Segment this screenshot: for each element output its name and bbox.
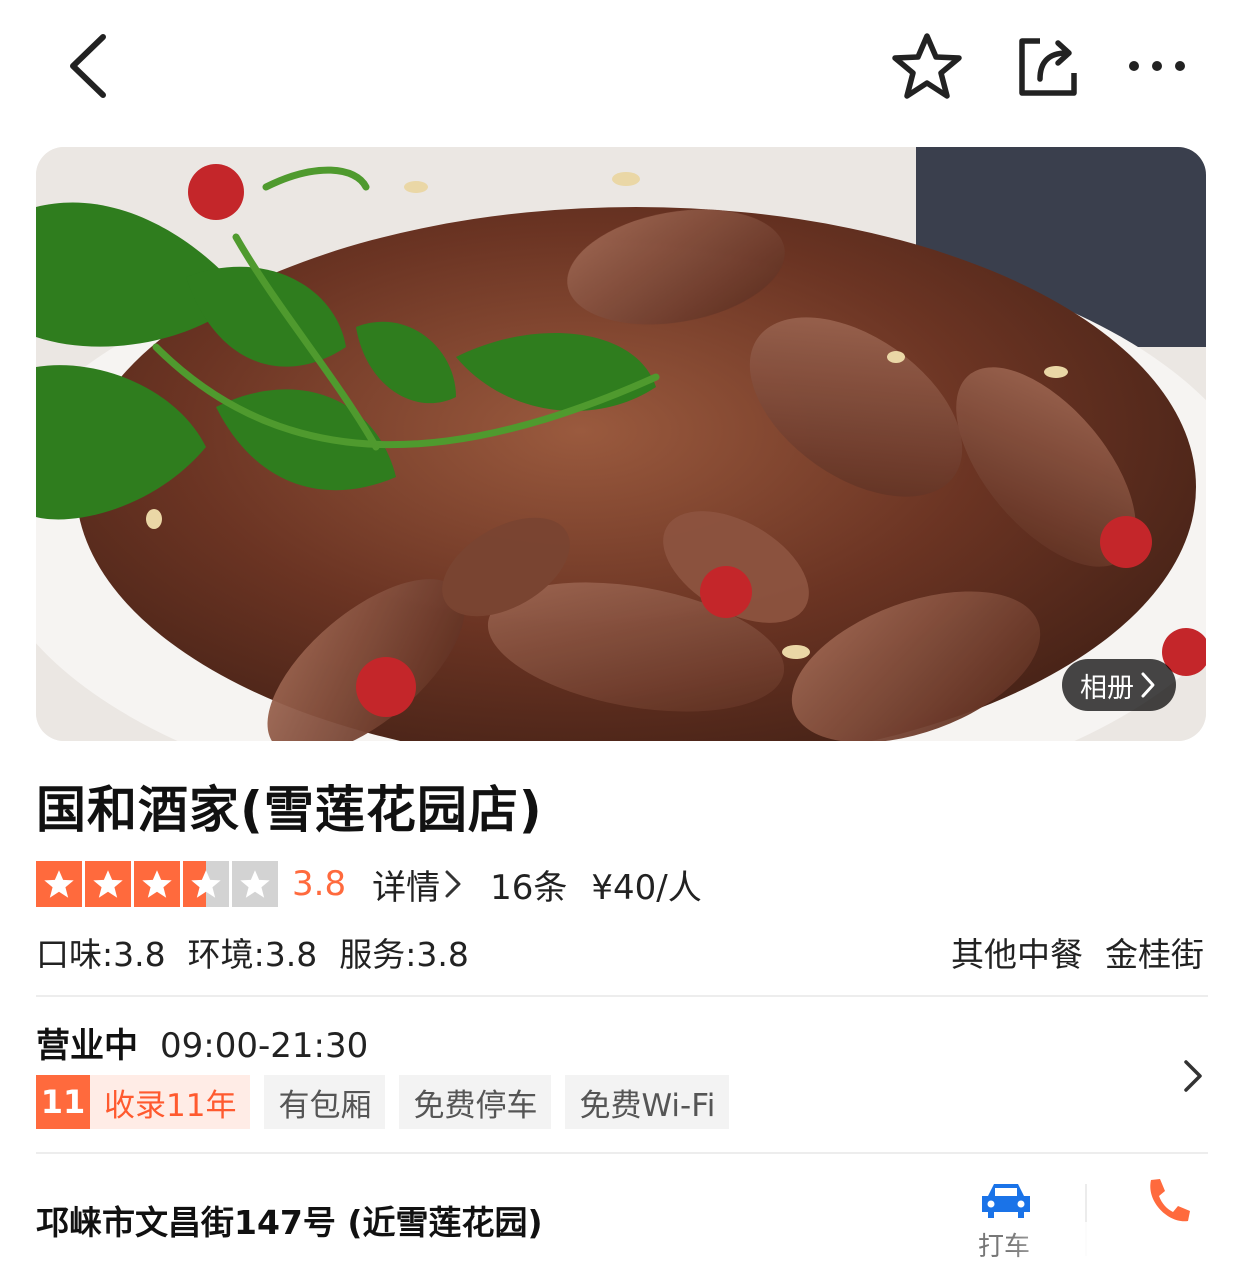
review-count[interactable]: 16条	[490, 860, 567, 909]
environment-score: 环境:3.8	[187, 935, 318, 974]
empty-star-icon	[232, 861, 278, 907]
rating-score: 3.8	[292, 864, 347, 904]
detail-label: 详情	[372, 867, 441, 908]
years-text: 收录11年	[104, 1087, 237, 1124]
top-bar	[0, 0, 1242, 130]
share-icon	[1019, 38, 1077, 96]
shop-name: 国和酒家(雪莲花园店)	[36, 781, 543, 839]
star-rating	[36, 861, 278, 907]
favorite-button[interactable]	[886, 28, 968, 104]
album-button[interactable]: 相册	[1062, 659, 1176, 711]
sub-scores: 口味:3.8 环境:3.8 服务:3.8	[36, 928, 469, 976]
average-price: ¥40/人	[591, 867, 702, 908]
opening-time: 09:00-21:30	[160, 1026, 369, 1066]
divider	[36, 995, 1208, 997]
more-dots-icon	[1129, 61, 1185, 71]
rating-detail-link[interactable]: 详情	[372, 860, 462, 909]
album-label: 相册	[1080, 672, 1134, 704]
years-number: 11	[36, 1075, 90, 1129]
open-status: 营业中	[36, 1026, 138, 1066]
business-hours[interactable]: 营业中 09:00-21:30	[36, 1018, 368, 1067]
watermark-fade	[1010, 1222, 1242, 1288]
taste-score: 口味:3.8	[36, 935, 166, 974]
feature-tags: 11 收录11年 有包厢 免费停车 免费Wi-Fi	[36, 1075, 730, 1129]
car-icon	[982, 1184, 1030, 1218]
share-button[interactable]	[1008, 28, 1086, 104]
chevron-right-icon	[445, 870, 461, 898]
star-icon	[85, 861, 131, 907]
star-icon	[134, 861, 180, 907]
chevron-left-icon	[70, 34, 106, 98]
years-listed-badge: 11 收录11年	[36, 1075, 251, 1129]
shop-address[interactable]: 邛崃市文昌街147号 (近雪莲花园)	[36, 1196, 543, 1244]
tag-free-parking: 免费停车	[399, 1075, 552, 1129]
shop-categories: 其他中餐 金桂街	[951, 928, 1204, 976]
chevron-right-icon[interactable]	[1174, 1056, 1210, 1096]
back-button[interactable]	[52, 28, 122, 104]
chevron-right-icon	[1141, 672, 1155, 698]
rating-row: 3.8 详情 16条 ¥40/人	[36, 858, 702, 910]
tag-free-wifi: 免费Wi-Fi	[565, 1075, 730, 1129]
divider	[36, 1152, 1208, 1154]
hero-photo[interactable]: 相册	[36, 147, 1206, 741]
area-category[interactable]: 金桂街	[1105, 928, 1204, 976]
tag-private-room: 有包厢	[264, 1075, 386, 1129]
more-button[interactable]	[1118, 28, 1196, 104]
food-photo	[36, 147, 1206, 741]
phone-icon	[1150, 1179, 1190, 1222]
cuisine-category[interactable]: 其他中餐	[951, 928, 1083, 976]
half-star-icon	[183, 861, 229, 907]
star-outline-icon	[892, 33, 962, 99]
star-icon	[36, 861, 82, 907]
service-score: 服务:3.8	[339, 935, 469, 974]
